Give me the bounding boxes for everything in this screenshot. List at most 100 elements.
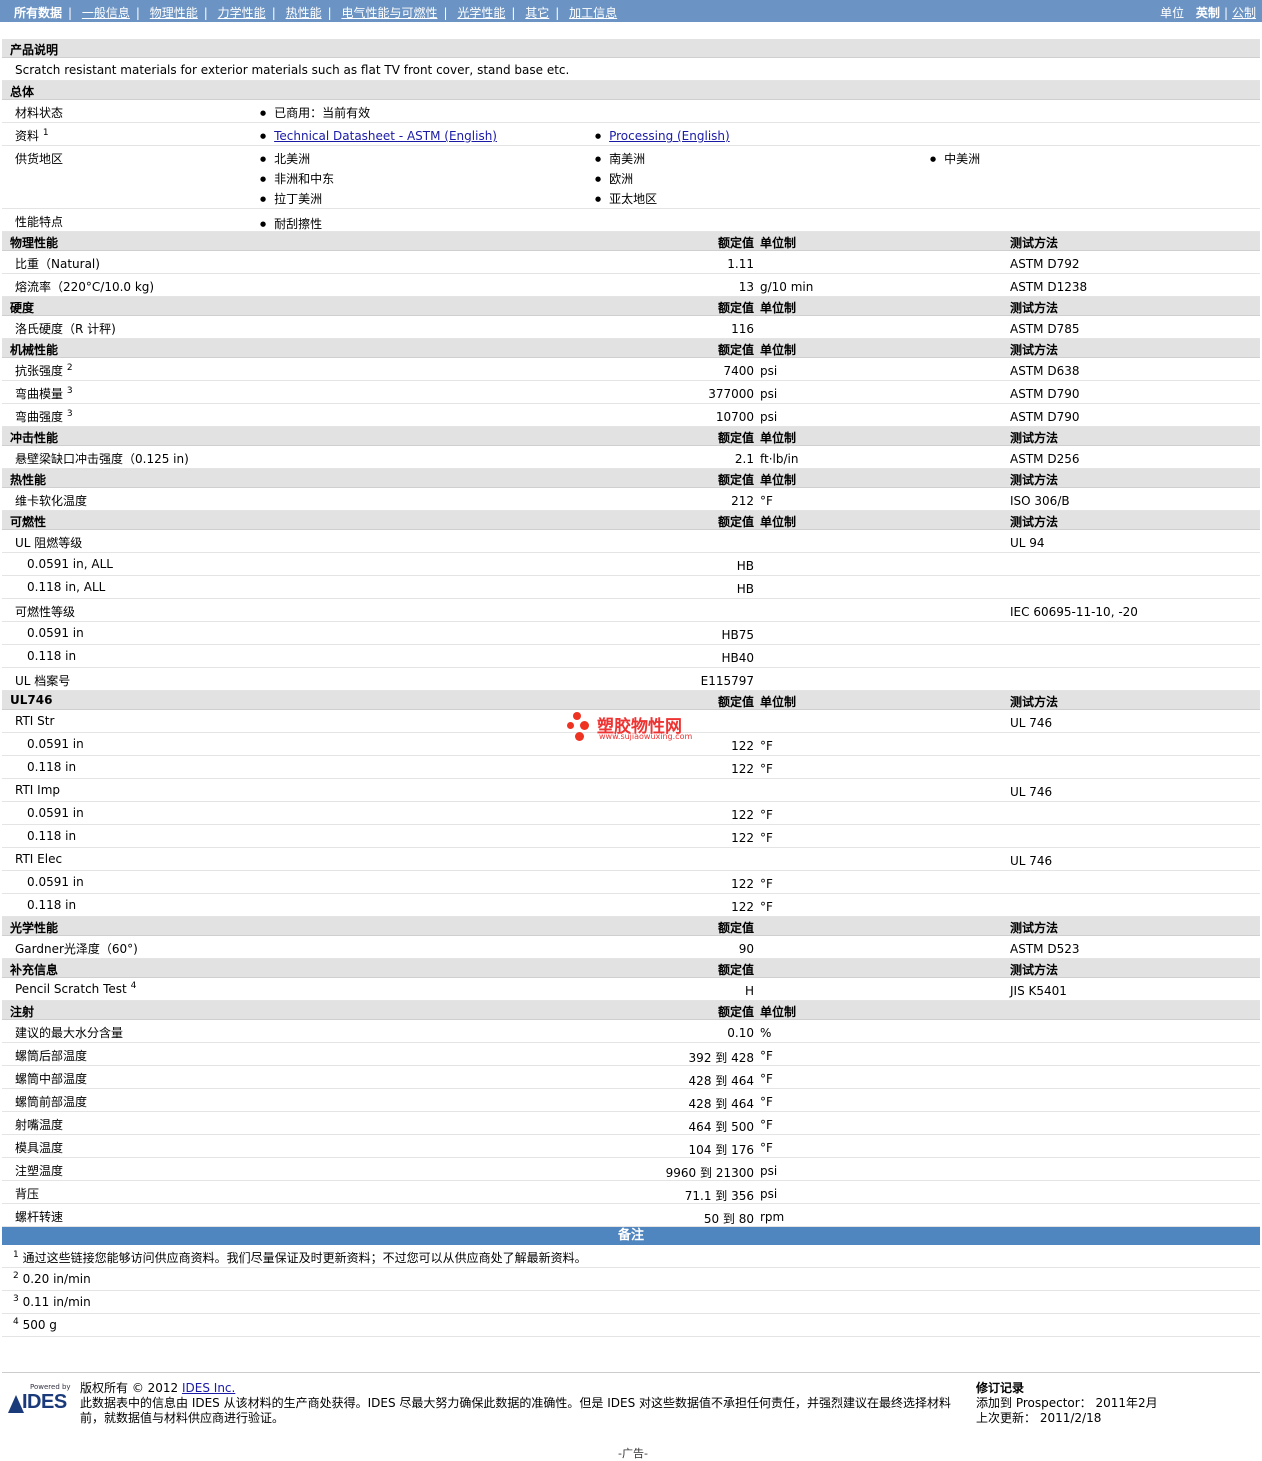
column-unit-header: 单位制 (760, 1005, 797, 1019)
section-header-thermal: 热性能 额定值 单位制 测试方法 (2, 469, 1260, 488)
property-row: 抗张强度 2 7400 psi ASTM D638 (2, 358, 1260, 381)
property-value: 428 到 464 (688, 1074, 754, 1088)
property-unit: °F (760, 877, 773, 891)
section-title: 硬度 (10, 301, 35, 315)
column-unit-header: 单位制 (760, 236, 797, 250)
column-method-header: 测试方法 (1010, 963, 1059, 977)
column-value-header: 额定值 (717, 236, 754, 250)
section-header-impact: 冲击性能 额定值 单位制 测试方法 (2, 427, 1260, 446)
tab-optical[interactable]: 光学性能 (457, 6, 505, 20)
property-name-text: RTI Str (15, 714, 55, 728)
property-name: RTI Elec (15, 852, 62, 866)
property-value: 464 到 500 (688, 1120, 754, 1134)
property-name-text: UL 档案号 (15, 674, 71, 688)
column-value-header: 额定值 (717, 301, 754, 315)
tab-other[interactable]: 其它 (525, 6, 549, 20)
ides-logo: Powered by IDES (8, 1383, 72, 1423)
property-name: 洛氏硬度（R 计秤) (15, 320, 116, 337)
tab-general[interactable]: 一般信息 (82, 6, 130, 20)
ides-link[interactable]: IDES Inc. (182, 1381, 235, 1395)
property-unit: °F (760, 808, 773, 822)
property-name: 弯曲模量 3 (15, 385, 73, 402)
property-name: 比重（Natural) (15, 255, 100, 272)
region-item: 欧洲 (595, 170, 657, 190)
property-value: HB75 (721, 628, 754, 642)
property-row: 0.0591 in 122 °F (2, 871, 1260, 894)
section-title: 补充信息 (10, 963, 59, 977)
property-unit: psi (760, 364, 778, 378)
column-value-header: 额定值 (717, 1005, 754, 1019)
property-name: 0.0591 in (27, 737, 84, 751)
property-name: 熔流率（220°C/10.0 kg) (15, 278, 154, 295)
property-row: 背压 71.1 到 356 psi (2, 1181, 1260, 1204)
property-name-text: 弯曲强度 (15, 410, 64, 424)
property-row: 螺筒前部温度 428 到 464 °F (2, 1089, 1260, 1112)
status-value: 已商用：当前有效 (260, 104, 370, 121)
property-name-text: 0.118 in (27, 649, 77, 663)
property-name: 建议的最大水分含量 (15, 1024, 123, 1041)
property-name-text: 0.0591 in, ALL (27, 557, 113, 571)
tab-processing[interactable]: 加工信息 (569, 6, 617, 20)
property-name: 0.118 in (27, 829, 76, 843)
test-method: ASTM D792 (1010, 257, 1080, 271)
property-row: 0.0591 in, ALL HB (2, 553, 1260, 576)
property-name: 0.0591 in (27, 806, 84, 820)
unit-label: 单位 (1160, 6, 1185, 20)
property-row: 0.0591 in 122 °F (2, 802, 1260, 825)
tab-all-data[interactable]: 所有数据 (14, 6, 62, 20)
property-name-text: 0.118 in, ALL (27, 580, 106, 594)
processing-link[interactable]: Processing (English) (609, 129, 730, 143)
unit-metric[interactable]: 公制 (1232, 6, 1256, 20)
property-unit: °F (760, 494, 773, 508)
note-text: 4 500 g (13, 1318, 57, 1333)
property-value: 50 到 80 (703, 1212, 754, 1226)
property-name-text: 背压 (15, 1187, 40, 1201)
property-row: Pencil Scratch Test 4 H JIS K5401 (2, 978, 1260, 1001)
property-row: UL 档案号 E115797 (2, 668, 1260, 691)
tab-physical[interactable]: 物理性能 (150, 6, 198, 20)
section-header-physical: 物理性能 额定值 单位制 测试方法 (2, 232, 1260, 251)
test-method: ASTM D1238 (1010, 280, 1088, 294)
property-name: 0.118 in, ALL (27, 580, 105, 594)
property-row: 建议的最大水分含量 0.10% (2, 1020, 1260, 1043)
tab-electrical[interactable]: 电气性能与可燃性 (341, 6, 437, 20)
property-unit: °F (760, 739, 773, 753)
property-name: RTI Imp (15, 783, 60, 797)
tds-link[interactable]: Technical Datasheet - ASTM (English) (274, 129, 497, 143)
column-value-header: 额定值 (717, 473, 754, 487)
test-method: JIS K5401 (1010, 984, 1067, 998)
section-header-extra: 补充信息 额定值 测试方法 (2, 959, 1260, 978)
feature-value: 耐刮擦性 (260, 215, 322, 232)
tab-thermal[interactable]: 热性能 (286, 6, 322, 20)
property-unit: psi (760, 410, 778, 424)
section-header-optical: 光学性能 额定值 测试方法 (2, 917, 1260, 936)
property-value: 122 (731, 877, 754, 891)
property-row: 注塑温度 9960 到 21300 psi (2, 1158, 1260, 1181)
property-name-text: 比重（Natural) (15, 257, 100, 271)
section-title: 可燃性 (10, 515, 47, 529)
property-row: 0.118 in HB40 (2, 645, 1260, 668)
property-unit: °F (760, 1095, 773, 1109)
property-row: 洛氏硬度（R 计秤) 116 ASTM D785 (2, 316, 1260, 339)
tab-mechanical[interactable]: 力学性能 (218, 6, 266, 20)
property-value: 9960 到 21300 (665, 1166, 754, 1180)
property-value: HB (736, 582, 754, 596)
property-value: 90 (738, 942, 754, 956)
disclaimer-text: 此数据表中的信息由 IDES 从该材料的生产商处获得。IDES 尽最大努力确保此… (80, 1396, 952, 1425)
footer: Powered by IDES 版权所有 © 2012 IDES Inc. 此数… (2, 1372, 1260, 1460)
footnote-ref: 4 (130, 981, 137, 991)
unit-english[interactable]: 英制 (1196, 6, 1220, 20)
property-value: 428 到 464 (688, 1097, 754, 1111)
region-item: 亚太地区 (595, 190, 657, 210)
section-header-ul746: UL746 额定值 单位制 测试方法 (2, 691, 1260, 710)
note-body: 0.20 in/min (22, 1272, 91, 1286)
property-value: 7400 (723, 364, 754, 378)
test-method: UL 746 (1010, 785, 1053, 799)
description-text: Scratch resistant materials for exterior… (15, 63, 570, 77)
region-item: 拉丁美洲 (260, 190, 334, 210)
region-item: 南美洲 (595, 150, 657, 170)
property-name: 0.0591 in (27, 626, 84, 640)
property-name-text: 模具温度 (15, 1141, 64, 1155)
column-method-header: 测试方法 (1010, 515, 1059, 529)
property-name: 螺筒前部温度 (15, 1093, 87, 1110)
